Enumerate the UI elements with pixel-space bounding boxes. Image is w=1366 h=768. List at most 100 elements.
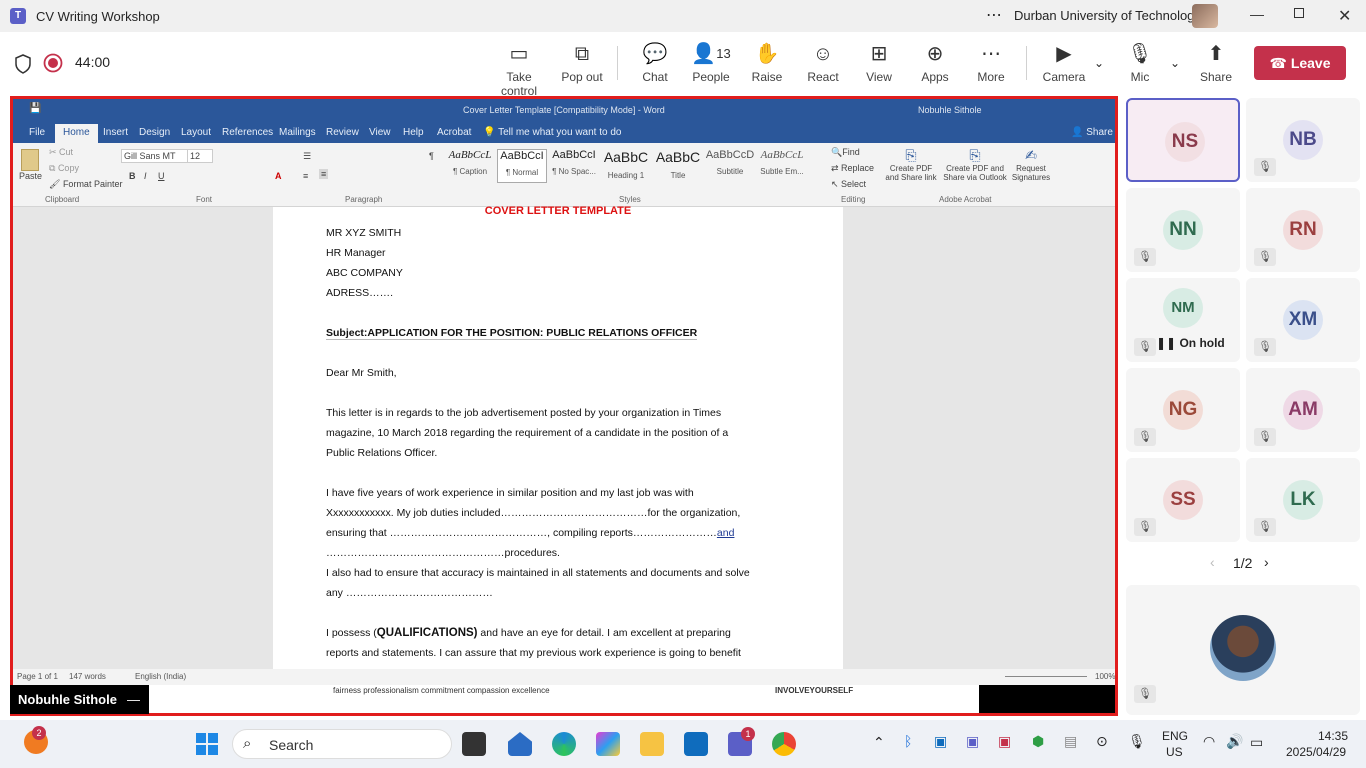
tell-me-search[interactable]: 💡 Tell me what you want to do xyxy=(483,127,621,138)
react-button[interactable]: ☺ React xyxy=(804,42,842,84)
copy-button[interactable]: ⧉ Copy xyxy=(49,163,79,174)
tab-home[interactable]: Home xyxy=(55,124,98,143)
paste-button[interactable]: Paste xyxy=(19,171,42,181)
minimize-icon[interactable]: — xyxy=(1250,6,1264,22)
participant-tile[interactable]: NS xyxy=(1126,98,1240,182)
wifi-icon[interactable]: ◠ xyxy=(1203,733,1215,750)
camera-options-chevron-icon[interactable]: ⌄ xyxy=(1094,56,1104,70)
style-subtle-emphasis[interactable]: AaBbCcL Subtle Em... xyxy=(757,149,807,183)
find-button[interactable]: 🔍Find xyxy=(831,147,860,158)
chrome-icon[interactable] xyxy=(772,732,796,756)
save-icon[interactable]: 💾 xyxy=(29,103,41,114)
mail-icon[interactable] xyxy=(508,732,532,756)
font-size-select[interactable]: 12 xyxy=(187,149,213,163)
people-button[interactable]: 👤13 People xyxy=(690,42,732,84)
more-button[interactable]: ⋯ More xyxy=(972,42,1010,84)
leave-button[interactable]: ☎ Leave xyxy=(1254,46,1346,80)
close-icon[interactable]: ✕ xyxy=(1338,6,1351,26)
font-color-button[interactable]: A xyxy=(275,171,282,181)
next-page-icon[interactable]: › xyxy=(1264,554,1269,570)
select-button[interactable]: ↖ Select xyxy=(831,179,866,190)
more-options-icon[interactable]: ⋯ xyxy=(986,5,1002,25)
copilot-icon[interactable] xyxy=(596,732,620,756)
zoom-slider[interactable] xyxy=(1005,676,1087,677)
battery-icon[interactable]: ▭ xyxy=(1250,734,1263,751)
participant-tile[interactable]: AM 🎙 xyxy=(1246,368,1360,452)
participant-tile[interactable]: SS 🎙 xyxy=(1126,458,1240,542)
style-heading-1[interactable]: AaBbC Heading 1 xyxy=(601,149,651,183)
participant-tile[interactable]: NB 🎙 xyxy=(1246,98,1360,182)
camera-button[interactable]: ▶ Camera xyxy=(1042,42,1086,84)
italic-button[interactable]: I xyxy=(144,171,147,181)
tab-file[interactable]: File xyxy=(29,127,45,138)
participant-tile[interactable]: NN 🎙 xyxy=(1126,188,1240,272)
mic-options-chevron-icon[interactable]: ⌄ xyxy=(1170,56,1180,70)
align-left-icon[interactable]: ≡ xyxy=(303,171,308,181)
bullets-icon[interactable]: ☰ xyxy=(303,151,311,162)
raise-hand-button[interactable]: ✋ Raise xyxy=(748,42,786,84)
style-subtitle[interactable]: AaBbCcD Subtitle xyxy=(705,149,755,183)
pop-out-button[interactable]: ⧉ Pop out xyxy=(556,42,608,84)
clock-time[interactable]: 14:35 xyxy=(1318,729,1348,743)
windows-start-icon[interactable] xyxy=(196,733,218,755)
format-painter-button[interactable]: 🖌 Format Painter xyxy=(49,179,122,190)
mic-muted-tray-icon[interactable]: 🎙 xyxy=(1128,733,1146,750)
style-title[interactable]: AaBbC Title xyxy=(653,149,703,183)
word-share-button[interactable]: 👤 Share xyxy=(1071,127,1113,138)
tab-view[interactable]: View xyxy=(369,127,391,138)
pilcrow-icon[interactable]: ¶ xyxy=(429,151,434,161)
maximize-icon[interactable] xyxy=(1294,8,1304,18)
participant-tile[interactable]: NG 🎙 xyxy=(1126,368,1240,452)
teams-tray-icon[interactable]: ▣ xyxy=(966,733,979,750)
participant-tile[interactable]: LK 🎙 xyxy=(1246,458,1360,542)
user-avatar[interactable] xyxy=(1192,4,1218,28)
language-indicator[interactable]: English (India) xyxy=(135,672,186,681)
share-button[interactable]: ⬆ Share xyxy=(1196,42,1236,84)
edge-browser-icon[interactable] xyxy=(552,732,576,756)
style-caption[interactable]: AaBbCcL ¶ Caption xyxy=(445,149,495,183)
style-normal[interactable]: AaBbCcI ¶ Normal xyxy=(497,149,547,183)
style-no-spacing[interactable]: AaBbCcI ¶ No Spac... xyxy=(549,149,599,183)
clock-date[interactable]: 2025/04/29 xyxy=(1286,745,1346,759)
bold-button[interactable]: B xyxy=(129,171,136,181)
bluetooth-icon[interactable]: ᛒ xyxy=(904,733,912,749)
request-signatures-button[interactable]: ✍ Request Signatures xyxy=(1009,147,1053,182)
create-pdf-share-link-button[interactable]: ⎘ Create PDF and Share link xyxy=(883,147,939,182)
tab-references[interactable]: References xyxy=(222,127,273,138)
tab-mailings[interactable]: Mailings xyxy=(279,127,316,138)
outlook-icon[interactable] xyxy=(684,732,708,756)
page-count[interactable]: Page 1 of 1 xyxy=(17,672,58,681)
underline-button[interactable]: U xyxy=(158,171,165,181)
organization-name[interactable]: Durban University of Technology xyxy=(1014,8,1201,23)
tab-insert[interactable]: Insert xyxy=(103,127,128,138)
view-button[interactable]: ⊞ View xyxy=(860,42,898,84)
paste-icon[interactable] xyxy=(21,149,39,171)
tray-app-icon-2[interactable]: ▤ xyxy=(1064,733,1077,750)
file-explorer-icon[interactable] xyxy=(640,732,664,756)
document-page[interactable]: COVER LETTER TEMPLATE MR XYZ SMITH HR Ma… xyxy=(273,205,843,669)
replace-button[interactable]: ⇄ Replace xyxy=(831,163,874,174)
language-primary[interactable]: ENG xyxy=(1162,729,1188,743)
language-secondary[interactable]: US xyxy=(1166,745,1183,759)
participant-tile[interactable]: XM 🎙 xyxy=(1246,278,1360,362)
zoom-level[interactable]: 100% xyxy=(1095,672,1115,681)
mic-button[interactable]: 🎙 Mic xyxy=(1124,42,1156,84)
font-name-select[interactable]: Gill Sans MT xyxy=(121,149,189,163)
volume-icon[interactable]: 🔊 xyxy=(1226,733,1243,750)
cut-button[interactable]: ✂ Cut xyxy=(49,147,73,158)
chat-button[interactable]: 💬 Chat xyxy=(634,42,676,84)
self-video-tile[interactable]: 🎙 xyxy=(1126,585,1360,715)
take-control-button[interactable]: ▭ Take control xyxy=(488,42,550,98)
tab-design[interactable]: Design xyxy=(139,127,170,138)
prev-page-icon[interactable]: ‹ xyxy=(1210,554,1215,570)
show-hidden-icons-chevron-icon[interactable]: ⌃ xyxy=(873,734,885,751)
tab-review[interactable]: Review xyxy=(326,127,359,138)
apps-button[interactable]: ⊕ Apps xyxy=(916,42,954,84)
tray-app-icon[interactable]: ▣ xyxy=(998,733,1011,750)
taskbar-search[interactable]: ⌕ Search xyxy=(232,729,452,759)
participant-tile[interactable]: RN 🎙 xyxy=(1246,188,1360,272)
security-tray-icon[interactable]: ⬢ xyxy=(1032,733,1044,750)
participant-tile[interactable]: NM 🎙 ❚❚ On hold xyxy=(1126,278,1240,362)
tab-layout[interactable]: Layout xyxy=(181,127,211,138)
outlook-tray-icon[interactable]: ▣ xyxy=(934,733,947,750)
